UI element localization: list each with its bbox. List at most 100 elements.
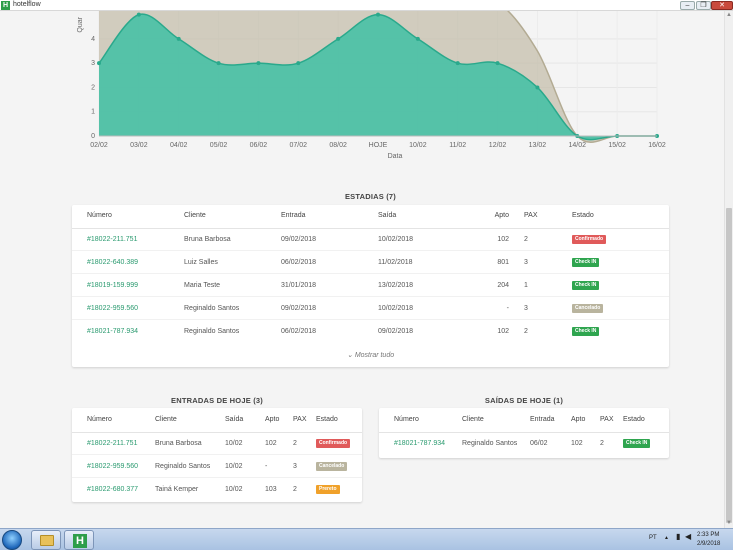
column-header[interactable]: Estado <box>316 416 338 423</box>
table-cell: 801 <box>497 259 509 266</box>
column-header[interactable]: PAX <box>524 212 538 219</box>
column-header[interactable]: Apto <box>489 212 509 219</box>
show-all-label: Mostrar tudo <box>354 352 395 359</box>
x-tick-label: HOJE <box>369 142 388 149</box>
column-header[interactable]: Número <box>87 212 112 219</box>
status-badge: Prereto <box>316 485 340 494</box>
language-indicator[interactable]: PT <box>649 535 657 541</box>
table-cell: - <box>506 305 509 312</box>
column-header[interactable]: Estado <box>623 416 645 423</box>
column-header[interactable]: Entrada <box>530 416 555 423</box>
row-divider <box>72 318 669 320</box>
x-tick-label: 12/02 <box>489 142 507 149</box>
status-badge: Check IN <box>623 439 651 448</box>
status-badge: Check IN <box>572 327 600 336</box>
minimize-button[interactable]: – <box>680 1 695 10</box>
network-icon[interactable]: ▮ <box>676 532 680 541</box>
maximize-button[interactable]: ❐ <box>696 1 711 10</box>
table-cell: 3 <box>524 305 528 312</box>
reservation-link[interactable]: #18022-640.389 <box>87 259 138 266</box>
reservation-link[interactable]: #18022-680.377 <box>87 486 138 493</box>
column-header[interactable]: Número <box>87 416 112 423</box>
data-point <box>415 36 420 41</box>
column-header[interactable]: Número <box>394 416 419 423</box>
x-tick-label: 10/02 <box>409 142 427 149</box>
hotelflow-icon: H <box>73 534 87 548</box>
reservation-link[interactable]: #18022-959.560 <box>87 305 138 312</box>
reservation-link[interactable]: #18022-211.751 <box>87 440 137 447</box>
column-header[interactable]: PAX <box>600 416 614 423</box>
table-cell: 3 <box>293 463 297 470</box>
departures-table: Número Cliente Entrada Apto PAX Estado #18021-… <box>379 408 669 458</box>
window-title: hotelflow <box>13 1 41 8</box>
status-badge: Confirmado <box>316 439 351 448</box>
row-divider <box>72 453 362 455</box>
column-header[interactable]: Entrada <box>281 212 306 219</box>
x-tick-label: 06/02 <box>250 142 268 149</box>
x-tick-label: 13/02 <box>529 142 547 149</box>
status-badge: Cancelado <box>572 304 604 313</box>
scroll-up-icon[interactable]: ▲ <box>725 11 733 19</box>
chevron-down-icon: ⌄ <box>347 352 355 359</box>
table-cell: 11/02/2018 <box>378 259 413 266</box>
table-cell: 102 <box>265 440 277 447</box>
scroll-down-icon[interactable]: ▼ <box>725 519 733 527</box>
reservation-link[interactable]: #18021-787.934 <box>87 328 138 335</box>
folder-icon <box>40 535 54 546</box>
table-cell: 13/02/2018 <box>378 282 414 289</box>
column-header[interactable]: Apto <box>265 416 279 423</box>
reservation-link[interactable]: #18022-211.751 <box>87 236 137 243</box>
x-tick-label: 07/02 <box>290 142 308 149</box>
column-header[interactable]: Saída <box>225 416 243 423</box>
table-cell: 31/01/2018 <box>281 282 317 289</box>
table-cell: 06/02 <box>530 440 548 447</box>
table-cell: Maria Teste <box>184 282 221 289</box>
table-cell: 102 <box>497 236 509 243</box>
row-divider <box>72 272 669 274</box>
x-tick-label: 04/02 <box>170 142 188 149</box>
data-point <box>535 85 540 90</box>
column-header[interactable]: Cliente <box>462 416 484 423</box>
table-cell: 2 <box>600 440 604 447</box>
x-tick-label: 11/02 <box>449 142 466 149</box>
clock-time[interactable]: 2:33 PM <box>697 532 719 538</box>
data-point <box>136 12 141 17</box>
x-axis-label: Data <box>388 153 403 160</box>
table-cell: Reginaldo Santos <box>155 463 211 470</box>
column-header[interactable]: Cliente <box>155 416 177 423</box>
show-all-button[interactable]: ⌄ Mostrar tudo <box>347 351 394 359</box>
data-point <box>495 61 500 66</box>
explorer-taskbar-button[interactable] <box>31 530 61 550</box>
y-tick-label: 4 <box>91 36 95 43</box>
table-cell: 10/02 <box>225 440 243 447</box>
vertical-scrollbar[interactable]: ▲ ▼ <box>724 11 733 528</box>
row-divider <box>72 476 362 478</box>
column-header[interactable]: Saída <box>378 212 396 219</box>
clock-date[interactable]: 2/9/2018 <box>697 541 720 547</box>
table-cell: 09/02/2018 <box>281 305 317 312</box>
table-cell: Luiz Salles <box>184 259 218 266</box>
stays-title: ESTADIAS (7) <box>344 192 396 201</box>
scroll-thumb[interactable] <box>726 208 732 523</box>
x-tick-label: 14/02 <box>569 142 587 149</box>
reservation-link[interactable]: #18022-959.560 <box>87 463 138 470</box>
column-header[interactable]: Cliente <box>184 212 206 219</box>
data-point <box>97 61 101 66</box>
column-header[interactable]: PAX <box>293 416 307 423</box>
table-cell: 10/02/2018 <box>378 305 414 312</box>
data-point <box>455 61 460 66</box>
start-button[interactable] <box>2 530 22 550</box>
status-badge: Cancelado <box>316 462 348 471</box>
column-header[interactable]: Estado <box>572 212 594 219</box>
tray-expand-icon[interactable]: ▲ <box>664 535 669 541</box>
close-button[interactable]: ✕ <box>711 1 733 10</box>
hotelflow-taskbar-button[interactable]: H <box>64 530 94 550</box>
reservation-link[interactable]: #18019-159.999 <box>87 282 138 289</box>
table-cell: 204 <box>497 282 509 289</box>
taskbar: H PT ▲ ▮ ◀ 2:33 PM 2/9/2018 <box>0 528 733 550</box>
header-divider <box>72 228 669 229</box>
reservation-link[interactable]: #18021-787.934 <box>394 440 445 447</box>
column-header[interactable]: Apto <box>571 416 585 423</box>
status-badge: Check IN <box>572 281 600 290</box>
volume-icon[interactable]: ◀ <box>685 532 691 541</box>
